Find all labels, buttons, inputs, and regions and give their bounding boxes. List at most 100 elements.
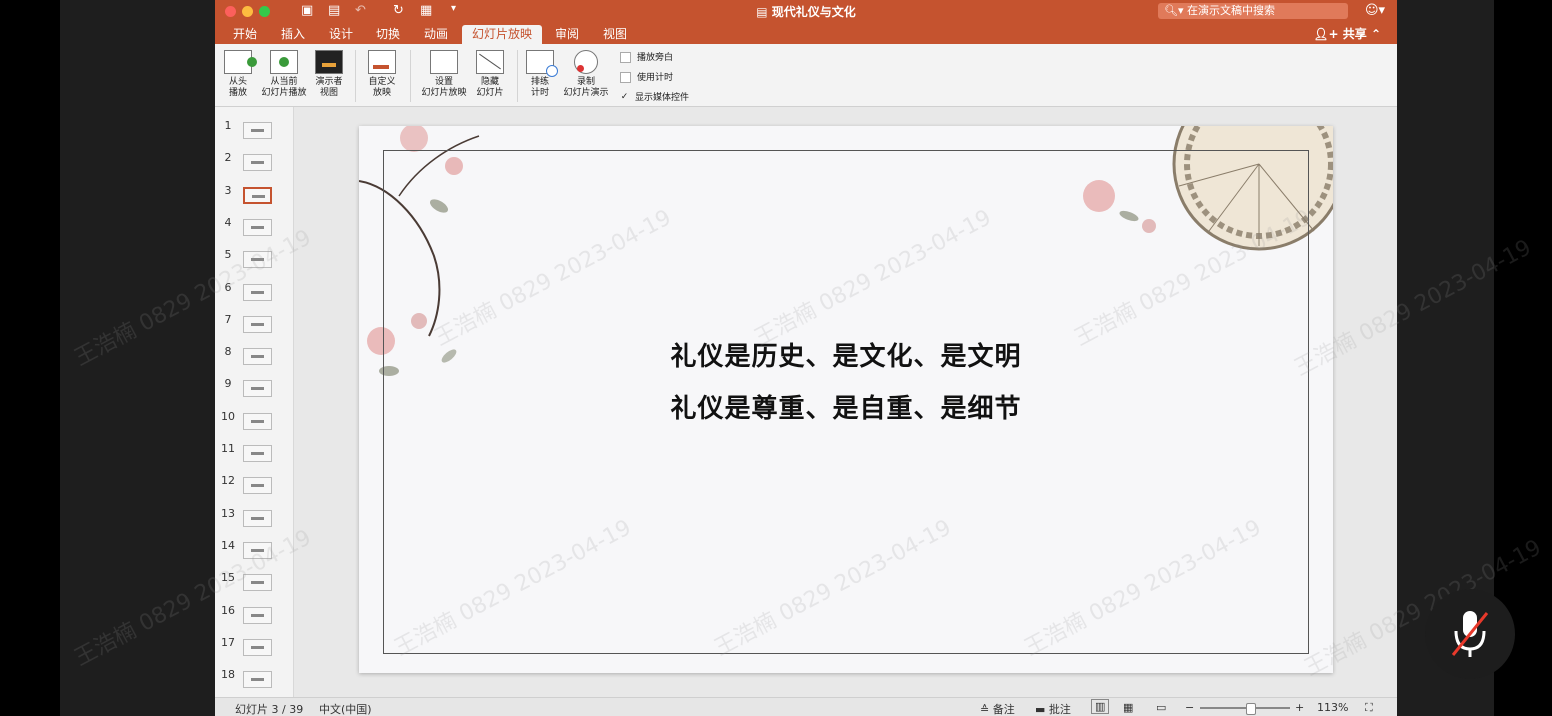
thumbnail-preview	[251, 484, 264, 488]
slide-thumbnail-item[interactable]: 6	[215, 281, 293, 313]
slide-text-line-1[interactable]: 礼仪是历史、是文化、是文明	[359, 336, 1333, 373]
slide-thumbnail[interactable]	[243, 445, 272, 462]
slide-thumbnail-item[interactable]: 4	[215, 216, 293, 248]
slide-thumbnail-item[interactable]: 18	[215, 668, 293, 700]
hide-slide-icon	[476, 50, 504, 74]
play-from-start-icon	[224, 50, 257, 74]
collapse-ribbon-icon[interactable]: ⌃	[1371, 27, 1381, 41]
checkmark-icon: ✓	[620, 92, 629, 102]
slide-editor: 礼仪是历史、是文化、是文明 礼仪是尊重、是自重、是细节	[294, 107, 1397, 697]
share-button[interactable]: 👤︎+ 共享 ⌃	[1313, 25, 1381, 42]
slide-thumbnail-item[interactable]: 12	[215, 474, 293, 506]
slide-thumbnail[interactable]	[243, 251, 272, 269]
slide-thumbnail-item[interactable]: 16	[215, 604, 293, 636]
slide-thumbnail[interactable]	[243, 218, 272, 236]
play-narrations-checkbox[interactable]: 播放旁白	[620, 50, 673, 63]
tab-review[interactable]: 审阅	[555, 25, 579, 42]
slide-thumbnail-item[interactable]: 1	[215, 119, 293, 151]
hide-slide-button[interactable]: 隐藏 幻灯片	[473, 50, 507, 99]
zoom-slider-thumb[interactable]	[1245, 703, 1256, 715]
slide-number: 17	[221, 635, 235, 649]
slide-thumbnail[interactable]	[243, 154, 272, 172]
use-timings-checkbox[interactable]: 使用计时	[620, 70, 673, 83]
thumbnail-preview	[251, 548, 264, 552]
slide-thumbnail[interactable]	[243, 348, 272, 366]
powerpoint-window: ▣ ▤ ↶ ↻ ▦ ▾ ▤ 现代礼仪与文化 🔍︎▾ 在演示文稿中搜索 ☺▾ 开始…	[215, 0, 1397, 716]
notes-button[interactable]: ≙ 备注	[980, 701, 1015, 716]
slide-thumbnail[interactable]	[243, 509, 272, 527]
setup-slideshow-button[interactable]: 设置 幻灯片放映	[419, 50, 469, 99]
reading-view-icon[interactable]: ▭	[1156, 701, 1166, 714]
slide-sorter-view-icon[interactable]: ▦	[1123, 701, 1133, 714]
thumbnail-preview	[251, 645, 264, 649]
slide-thumbnail-item[interactable]: 15	[215, 571, 293, 603]
slide-thumbnail[interactable]	[243, 122, 272, 139]
slide-number: 8	[224, 345, 232, 359]
slide-thumbnail-item[interactable]: 5	[215, 248, 293, 280]
slide-number: 4	[224, 215, 232, 229]
slide-thumbnail[interactable]	[243, 638, 272, 656]
thumbnail-preview	[251, 258, 264, 262]
slide-thumbnail[interactable]	[243, 606, 272, 624]
rehearse-timings-button[interactable]: 排练 计时	[525, 50, 558, 99]
slide-thumbnail[interactable]	[243, 315, 272, 333]
custom-show-button[interactable]: 自定义 放映	[363, 50, 401, 99]
tab-view[interactable]: 视图	[603, 25, 627, 42]
slide-thumbnail[interactable]	[243, 477, 272, 495]
thumbnail-preview	[251, 161, 264, 165]
search-icon: 🔍︎▾	[1164, 4, 1187, 17]
zoom-level[interactable]: 113%	[1317, 701, 1348, 714]
slide-thumbnail[interactable]	[243, 186, 272, 204]
language-indicator[interactable]: 中文(中国)	[319, 701, 372, 716]
play-from-start-button[interactable]: 从头 播放	[223, 50, 257, 99]
tab-insert[interactable]: 插入	[281, 25, 305, 42]
slide-canvas[interactable]: 礼仪是历史、是文化、是文明 礼仪是尊重、是自重、是细节	[359, 126, 1333, 673]
slide-thumbnail[interactable]	[243, 283, 272, 301]
comments-button[interactable]: ▬ 批注	[1035, 701, 1071, 716]
slide-thumbnail-item[interactable]: 9	[215, 377, 293, 409]
slide-thumbnail-item[interactable]: 11	[215, 442, 293, 474]
slide-thumbnail-item[interactable]: 7	[215, 313, 293, 345]
show-media-controls-checkbox[interactable]: ✓ 显示媒体控件	[620, 90, 689, 104]
fit-to-window-icon[interactable]: ⛶	[1365, 701, 1373, 715]
normal-view-icon[interactable]: ▥	[1091, 699, 1110, 714]
slide-thumbnail-item[interactable]: 3	[215, 184, 293, 216]
slide-thumbnail[interactable]	[243, 671, 272, 689]
slide-thumbnail[interactable]	[243, 380, 272, 398]
slide-thumbnail[interactable]	[243, 574, 272, 592]
tab-home[interactable]: 开始	[233, 25, 257, 42]
thumbnail-preview	[251, 678, 264, 682]
slide-thumbnail[interactable]	[243, 412, 272, 430]
zoom-out-icon[interactable]: −	[1185, 701, 1194, 714]
tab-transitions[interactable]: 切换	[376, 25, 400, 42]
record-icon	[574, 50, 598, 74]
slide-number: 11	[221, 442, 235, 455]
thumbnail-preview	[251, 322, 264, 326]
add-person-icon: 👤︎+	[1313, 27, 1343, 41]
tab-animations[interactable]: 动画	[424, 25, 448, 42]
thumbnail-preview	[251, 355, 264, 359]
thumbnail-preview	[251, 290, 264, 294]
presenter-view-button[interactable]: 演示者 视图	[313, 50, 345, 99]
record-slideshow-button[interactable]: 录制 幻灯片演示	[561, 50, 611, 99]
presenter-view-icon	[315, 50, 343, 74]
slide-thumbnail-pane: 1 2 3 4 5 6 7 8 9 10 11 12 13 14 15 16 17 18	[215, 107, 294, 697]
tab-design[interactable]: 设计	[329, 25, 353, 42]
search-input[interactable]: 🔍︎▾ 在演示文稿中搜索	[1158, 3, 1348, 19]
slide-thumbnail[interactable]	[243, 541, 272, 559]
slide-thumbnail-item[interactable]: 10	[215, 410, 293, 442]
tab-slideshow[interactable]: 幻灯片放映	[462, 25, 543, 44]
mute-microphone-button[interactable]	[1425, 589, 1515, 679]
notes-icon: ≙	[980, 703, 993, 716]
slide-thumbnail-item[interactable]: 13	[215, 507, 293, 539]
slide-text-line-2[interactable]: 礼仪是尊重、是自重、是细节	[359, 388, 1333, 425]
slide-thumbnail-item[interactable]: 14	[215, 539, 293, 571]
zoom-slider[interactable]	[1200, 703, 1290, 715]
slide-thumbnail-item[interactable]: 17	[215, 636, 293, 668]
status-bar: 幻灯片 3 / 39 中文(中国) ≙ 备注 ▬ 批注 ▥ ▦ ▭ − + 11…	[215, 697, 1397, 716]
slide-thumbnail-item[interactable]: 2	[215, 151, 293, 183]
slide-thumbnail-item[interactable]: 8	[215, 345, 293, 377]
zoom-in-icon[interactable]: +	[1295, 701, 1304, 714]
smiley-feedback-icon[interactable]: ☺▾	[1365, 3, 1385, 18]
play-from-current-button[interactable]: 从当前 幻灯片播放	[259, 50, 309, 99]
